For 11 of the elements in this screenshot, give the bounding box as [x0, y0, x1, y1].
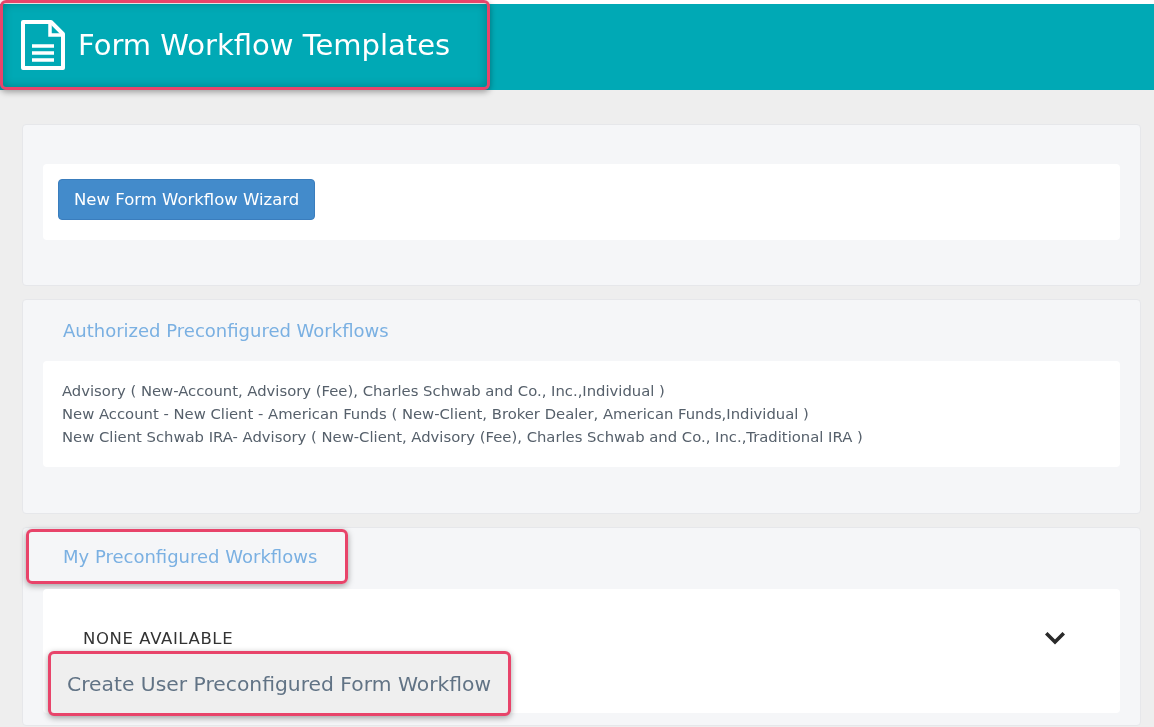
- chevron-down-icon[interactable]: [1045, 631, 1065, 645]
- section-title: My Preconfigured Workflows: [63, 546, 318, 567]
- new-wizard-button[interactable]: New Form Workflow Wizard: [58, 179, 316, 220]
- empty-message: NONE AVAILABLE: [83, 628, 234, 648]
- workflow-item: New Client Schwab IRA- Advisory ( New-Client, Advisory (Fee), Charles Schwab and Co., Inc.,Traditional IRA ): [62, 427, 864, 447]
- section-title: Authorized Preconfigured Workflows: [63, 320, 389, 341]
- document-icon: [20, 19, 66, 71]
- page-title: Form Workflow Templates: [78, 28, 451, 62]
- workflow-item: Advisory ( New-Account, Advisory (Fee), Charles Schwab and Co., Inc.,Individual ): [62, 381, 666, 401]
- create-workflow-link[interactable]: Create User Preconfigured Form Workflow: [48, 651, 511, 716]
- workflow-item: New Account - New Client - American Funds ( New-Client, Broker Dealer, American Funds,Individual ): [62, 404, 810, 424]
